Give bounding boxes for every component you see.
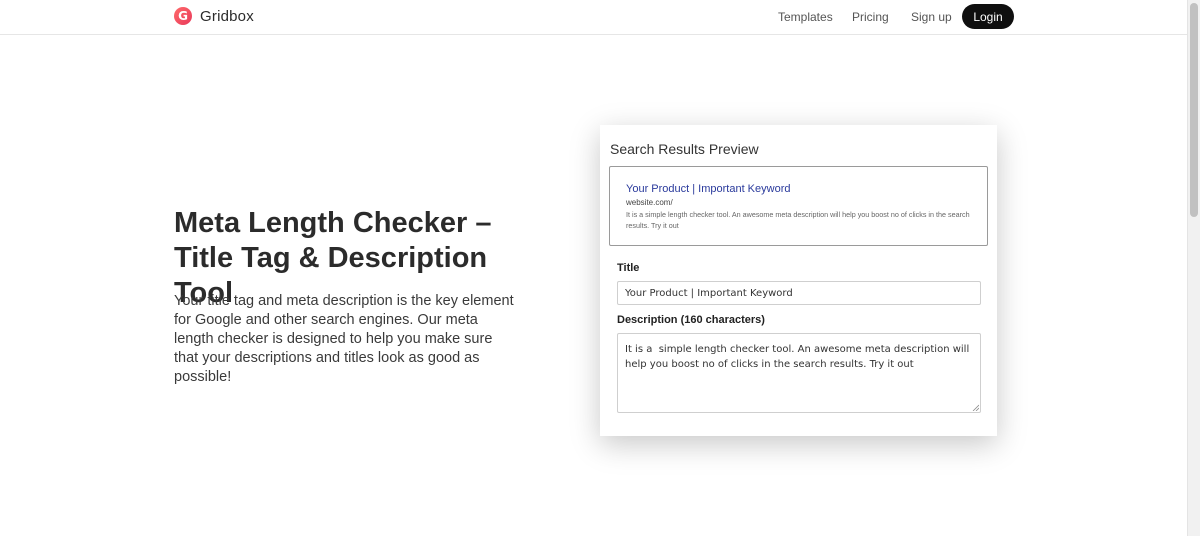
nav-pricing-link[interactable]: Pricing bbox=[852, 10, 889, 24]
nav-signup-link[interactable]: Sign up bbox=[911, 10, 952, 24]
description-textarea[interactable]: It is a simple length checker tool. An a… bbox=[617, 333, 981, 413]
search-results-preview-heading: Search Results Preview bbox=[610, 141, 759, 157]
hero-description: Your title tag and meta description is t… bbox=[174, 293, 514, 385]
serp-preview: Your Product | Important Keyword website… bbox=[609, 166, 988, 246]
serp-preview-title: Your Product | Important Keyword bbox=[626, 183, 791, 195]
resize-grip-icon[interactable] bbox=[972, 404, 979, 411]
scrollbar-thumb[interactable] bbox=[1190, 3, 1198, 217]
main-nav: Templates Pricing Sign up Login bbox=[0, 0, 1188, 34]
description-field-label: Description (160 characters) bbox=[617, 314, 765, 326]
title-input[interactable] bbox=[617, 281, 981, 305]
login-button[interactable]: Login bbox=[962, 4, 1014, 29]
nav-templates-link[interactable]: Templates bbox=[778, 10, 833, 24]
meta-checker-card: Search Results Preview Your Product | Im… bbox=[600, 125, 997, 436]
serp-preview-description: It is a simple length checker tool. An a… bbox=[626, 210, 970, 230]
title-field-label: Title bbox=[617, 262, 640, 274]
serp-preview-url: website.com/ bbox=[626, 198, 673, 207]
top-navbar: G Gridbox Templates Pricing Sign up Logi… bbox=[0, 0, 1188, 35]
page-scrollbar[interactable] bbox=[1187, 0, 1200, 536]
